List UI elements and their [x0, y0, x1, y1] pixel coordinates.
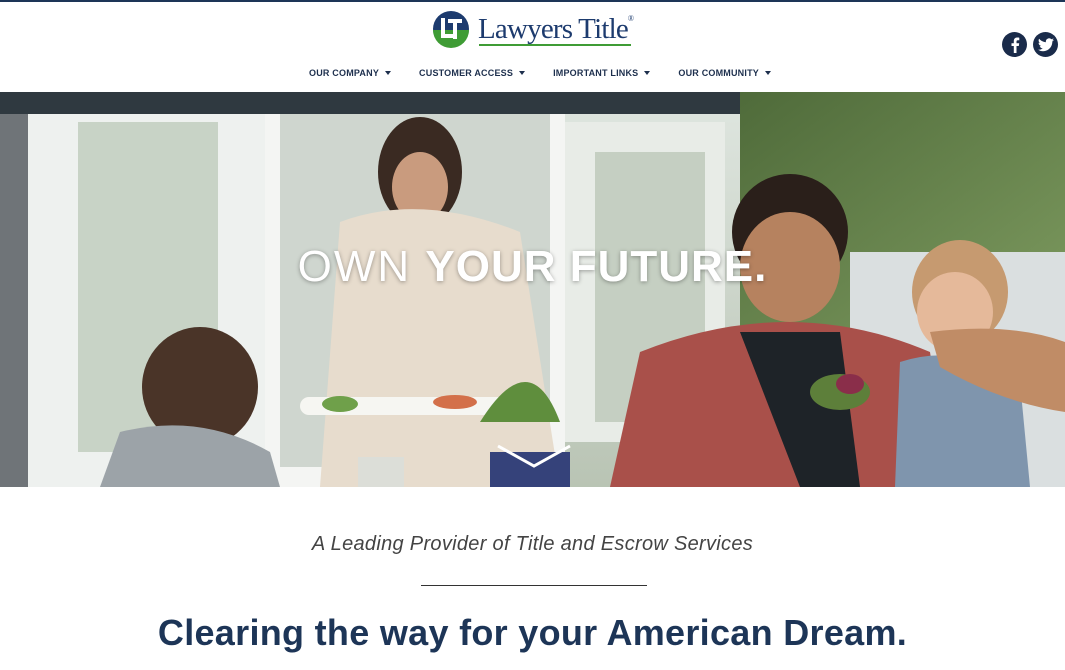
caret-down-icon — [385, 71, 392, 75]
brand-name: Lawyers Title® — [478, 12, 634, 45]
brand-logo[interactable]: Lawyers Title® — [432, 9, 634, 49]
site-header: Lawyers Title® OUR COMPANY CUSTOMER ACCE… — [0, 2, 1065, 92]
caret-down-icon — [765, 71, 771, 75]
section-divider — [421, 585, 647, 586]
social-links — [1002, 32, 1058, 57]
chevron-down-icon[interactable] — [496, 442, 572, 470]
hero-banner: OWN YOUR FUTURE. — [0, 92, 1065, 487]
nav-important-links[interactable]: IMPORTANT LINKS — [553, 68, 651, 78]
caret-down-icon — [644, 71, 651, 75]
nav-customer-access[interactable]: CUSTOMER ACCESS — [419, 68, 526, 78]
twitter-icon[interactable] — [1033, 32, 1058, 57]
page-headline: Clearing the way for your American Dream… — [157, 612, 908, 653]
hero-title: OWN YOUR FUTURE. — [297, 242, 768, 291]
logo-mark-icon — [433, 11, 469, 48]
main-nav: OUR COMPANY CUSTOMER ACCESS IMPORTANT LI… — [300, 68, 780, 78]
facebook-icon[interactable] — [1002, 32, 1027, 57]
logo-underline — [479, 44, 631, 46]
nav-our-company[interactable]: OUR COMPANY — [309, 68, 392, 78]
caret-down-icon — [519, 71, 526, 75]
nav-our-community[interactable]: OUR COMMUNITY — [678, 68, 771, 78]
tagline: A Leading Provider of Title and Escrow S… — [311, 533, 754, 555]
